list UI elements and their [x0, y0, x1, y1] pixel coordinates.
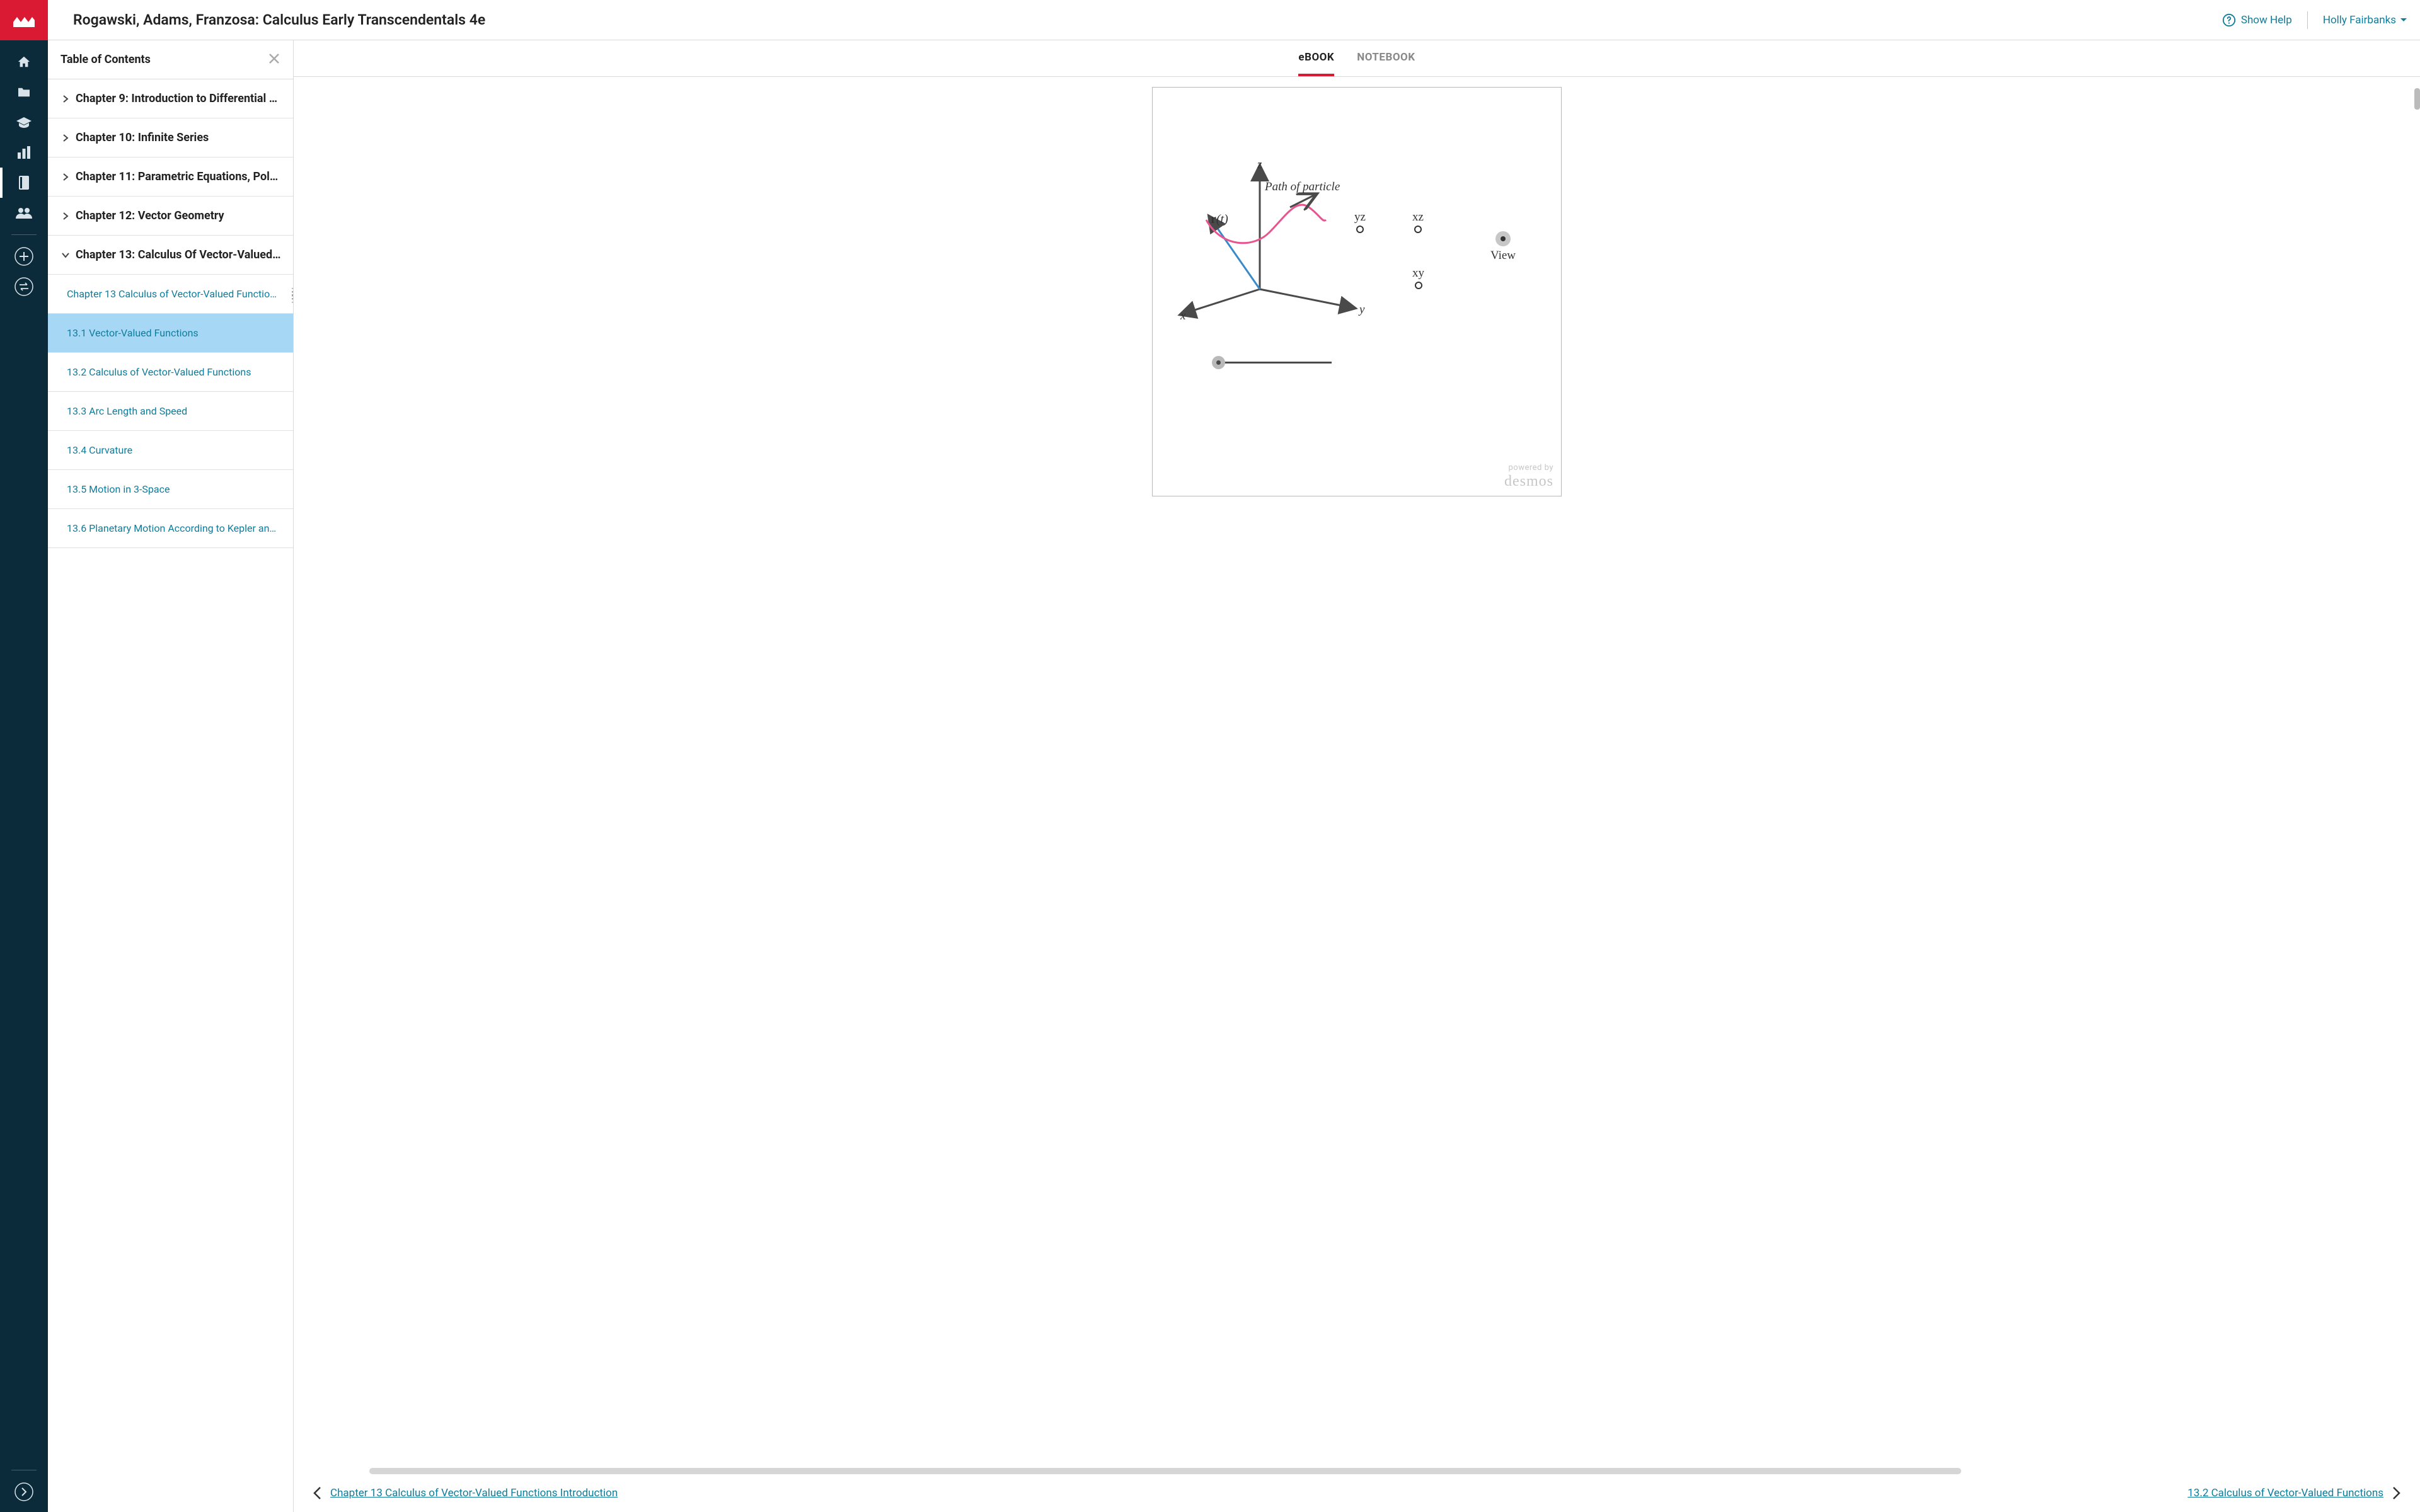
nav-grades[interactable] — [0, 107, 48, 137]
close-icon — [268, 52, 280, 65]
folder-icon — [17, 86, 31, 98]
nav-swap[interactable] — [0, 272, 48, 302]
chapter-row[interactable]: Chapter 10: Infinite Series — [48, 118, 293, 158]
figure-svg — [1153, 88, 1562, 497]
content-tabs: eBOOK NOTEBOOK — [294, 40, 2420, 77]
home-icon — [17, 55, 31, 69]
chevron-right-icon — [62, 95, 69, 103]
section-label: 13.5 Motion in 3-Space — [67, 483, 170, 495]
chapter-row[interactable]: Chapter 13: Calculus Of Vector-Valued … — [48, 236, 293, 275]
chevron-right-icon — [62, 173, 69, 181]
path-label: Path of particle — [1265, 180, 1340, 194]
section-row[interactable]: 13.1 Vector-Valued Functions — [48, 314, 293, 353]
nav-analytics[interactable] — [0, 137, 48, 168]
chevron-left-icon — [313, 1486, 321, 1500]
swap-circle-icon — [14, 277, 33, 296]
section-row[interactable]: 13.3 Arc Length and Speed — [48, 392, 293, 431]
nav-expand[interactable] — [0, 1477, 48, 1507]
page-nav: Chapter 13 Calculus of Vector-Valued Fun… — [294, 1474, 2420, 1512]
brand-logo[interactable] — [0, 0, 48, 40]
section-row[interactable]: 13.4 Curvature — [48, 431, 293, 470]
chevron-right-icon — [2392, 1486, 2401, 1500]
content-panel: eBOOK NOTEBOOK — [294, 40, 2420, 1512]
chapter-label: Chapter 13: Calculus Of Vector-Valued … — [76, 248, 282, 261]
toc-header: Table of Contents — [48, 40, 293, 79]
content-tab[interactable]: NOTEBOOK — [1357, 51, 1415, 76]
view-button[interactable]: View — [1490, 231, 1516, 263]
powered-by: powered by desmos — [1504, 464, 1553, 490]
nav-home[interactable] — [0, 47, 48, 77]
axis-y-label: y — [1359, 303, 1364, 317]
scrollbar-horizontal[interactable] — [369, 1468, 2410, 1474]
content-tab[interactable]: eBOOK — [1298, 51, 1334, 76]
content-body: z y x Path of particle r(t) yz xz — [294, 77, 2420, 1474]
plus-circle-icon — [14, 247, 33, 266]
book-title: Rogawski, Adams, Franzosa: Calculus Earl… — [73, 11, 485, 28]
chevron-down-icon — [62, 251, 69, 259]
section-row[interactable]: 13.5 Motion in 3-Space — [48, 470, 293, 509]
nav-people[interactable] — [0, 198, 48, 228]
user-menu[interactable]: Holly Fairbanks — [2323, 14, 2407, 26]
view-plane-yz[interactable]: yz — [1354, 210, 1366, 242]
grad-cap-icon — [16, 117, 32, 128]
section-row[interactable]: 13.6 Planetary Motion According to Keple… — [48, 509, 293, 548]
vertical-nav — [0, 0, 48, 1512]
chevron-right-icon — [62, 212, 69, 220]
time-slider[interactable] — [1218, 362, 1332, 364]
chapter-label: Chapter 11: Parametric Equations, Pol… — [76, 170, 278, 183]
nav-folder[interactable] — [0, 77, 48, 107]
chapter-row[interactable]: Chapter 12: Vector Geometry — [48, 197, 293, 236]
section-row[interactable]: 13.2 Calculus of Vector-Valued Functions — [48, 353, 293, 392]
next-page-link[interactable]: 13.2 Calculus of Vector-Valued Functions — [2187, 1486, 2401, 1500]
chapter-label: Chapter 9: Introduction to Differential … — [76, 92, 277, 105]
topbar: Rogawski, Adams, Franzosa: Calculus Earl… — [48, 0, 2420, 40]
view-plane-xz[interactable]: xz — [1412, 210, 1424, 242]
nav-separator — [11, 234, 37, 235]
toc-list[interactable]: Chapter 9: Introduction to Differential … — [48, 79, 293, 1512]
chevron-right-icon — [62, 134, 69, 142]
toc-close-button[interactable] — [268, 52, 280, 67]
section-label: 13.2 Calculus of Vector-Valued Functions — [67, 366, 251, 378]
chapter-label: Chapter 10: Infinite Series — [76, 131, 209, 144]
section-label: 13.1 Vector-Valued Functions — [67, 327, 199, 339]
help-circle-icon — [2222, 13, 2236, 27]
figure-box[interactable]: z y x Path of particle r(t) yz xz — [1152, 87, 1562, 496]
book-icon — [18, 176, 30, 190]
prev-page-link[interactable]: Chapter 13 Calculus of Vector-Valued Fun… — [313, 1486, 618, 1500]
vector-label: r(t) — [1211, 212, 1228, 227]
chevron-right-circle-icon — [14, 1482, 33, 1501]
bar-chart-icon — [17, 146, 31, 159]
chapter-row[interactable]: Chapter 11: Parametric Equations, Pol… — [48, 158, 293, 197]
scrollbar-vertical[interactable] — [2414, 88, 2420, 110]
user-name: Holly Fairbanks — [2323, 14, 2396, 26]
section-row[interactable]: Chapter 13 Calculus of Vector-Valued Fun… — [48, 275, 293, 314]
axis-z-label: z — [1257, 158, 1262, 172]
show-help-button[interactable]: Show Help — [2222, 13, 2292, 27]
toc-title: Table of Contents — [60, 53, 151, 66]
axis-x-label: x — [1180, 309, 1185, 323]
chapter-row[interactable]: Chapter 9: Introduction to Differential … — [48, 79, 293, 118]
people-icon — [16, 207, 32, 219]
section-label: Chapter 13 Calculus of Vector-Valued Fun… — [67, 288, 282, 300]
nav-add[interactable] — [0, 241, 48, 272]
help-label: Show Help — [2241, 14, 2292, 26]
section-label: 13.6 Planetary Motion According to Keple… — [67, 522, 282, 534]
view-plane-xy[interactable]: xy — [1412, 266, 1424, 298]
section-label: 13.4 Curvature — [67, 444, 132, 456]
header-divider — [2307, 11, 2308, 29]
toc-panel: Table of Contents Chapter 9: Introductio… — [48, 40, 294, 1512]
chapter-label: Chapter 12: Vector Geometry — [76, 209, 224, 222]
caret-down-icon — [2400, 18, 2407, 23]
logo-icon — [13, 13, 35, 27]
section-label: 13.3 Arc Length and Speed — [67, 405, 187, 417]
nav-ebook[interactable] — [0, 168, 48, 198]
